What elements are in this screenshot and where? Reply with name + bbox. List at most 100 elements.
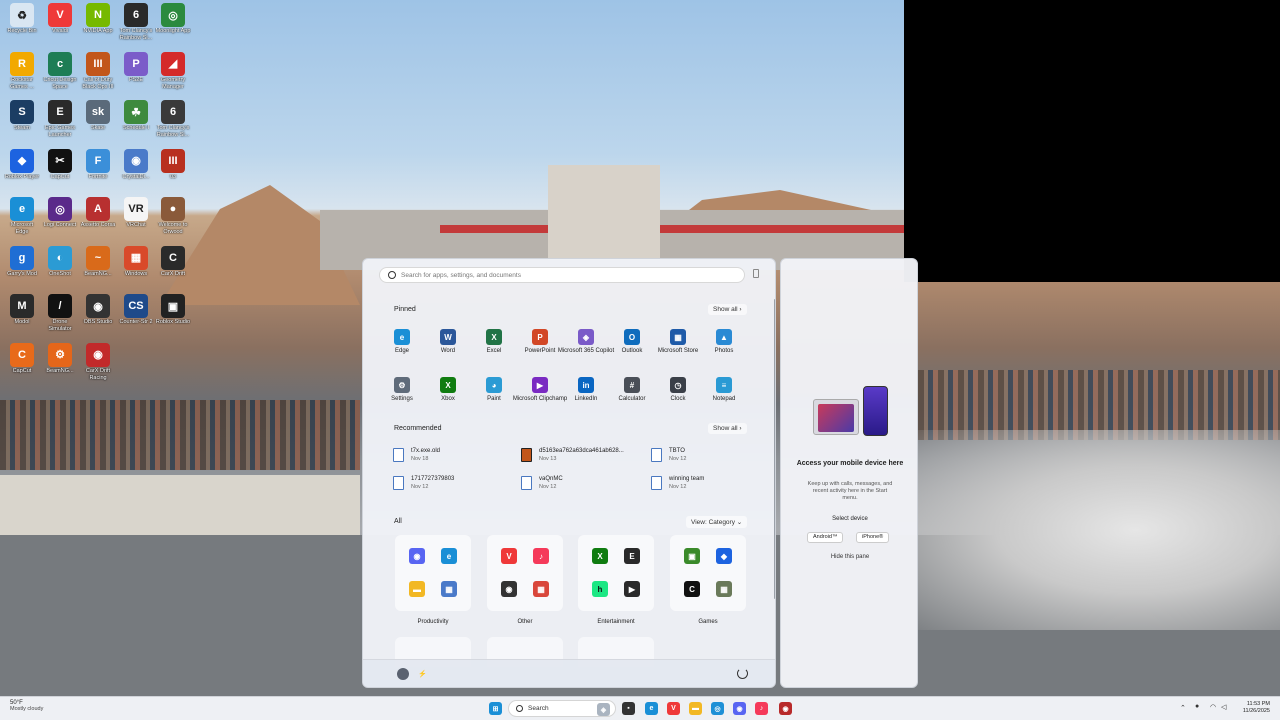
copilot-icon: ◈	[578, 329, 594, 345]
desktop-icon[interactable]: P PS2E	[118, 51, 154, 98]
desktop-icon[interactable]: C CapCut	[4, 342, 40, 389]
powerpoint-icon: P	[532, 329, 548, 345]
vivaldi-icon[interactable]: V	[667, 702, 680, 715]
desktop-icon[interactable]: ◉ CrystalDi...	[118, 148, 154, 195]
wifi-icon[interactable]: ◠	[1210, 703, 1216, 711]
obs-icon: ◉	[86, 294, 110, 318]
task-view-icon[interactable]: ▪	[622, 702, 635, 715]
recommended-show-all-button[interactable]: Show all ›	[708, 423, 747, 434]
desktop-icon[interactable]: sk Skate	[80, 100, 116, 146]
notification-icon[interactable]: ⚡	[418, 670, 427, 678]
file-explorer-icon[interactable]: ▬	[689, 702, 702, 715]
recommended-date: Nov 12	[411, 484, 429, 490]
xbox-icon: X	[440, 377, 456, 393]
start-menu: Search for apps, settings, and documents…	[362, 258, 776, 688]
pinned-show-all-button[interactable]: Show all ›	[708, 304, 747, 315]
desktop-icon[interactable]: ◉ CarX Drift Racing	[80, 342, 116, 389]
desktop-icon-label: Tom Clancy's Rainbow Si...	[119, 28, 153, 41]
android-button[interactable]: Android™	[807, 532, 844, 543]
desktop-icon-label: BeamNG...	[46, 367, 74, 374]
carx-icon[interactable]: ◉	[779, 702, 792, 715]
folder-other[interactable]: V ♪ ◉ ▦	[487, 535, 563, 611]
desktop-icon-label: Moonlight App	[155, 28, 191, 34]
recommended-item[interactable]: vaQnMC Nov 12	[521, 476, 641, 496]
start-search-input[interactable]: Search for apps, settings, and documents	[379, 267, 745, 283]
tire-smoke	[918, 430, 1280, 630]
desktop-icon[interactable]: ◎ Logi Connect	[42, 197, 78, 243]
desktop-icon[interactable]: E Epic Games Launcher	[42, 100, 78, 146]
pinned-app[interactable]: ≡ Notepad	[695, 377, 753, 411]
power-icon[interactable]	[737, 668, 748, 679]
recommended-item[interactable]: winning team Nov 12	[651, 476, 771, 496]
recommended-item[interactable]: TBTO Nov 12	[651, 448, 771, 468]
desktop-icon[interactable]: ▦ Windows	[118, 245, 154, 292]
roblox-studio-icon: ▣	[161, 294, 185, 318]
desktop-icon[interactable]: ◢ Geometry Manager	[155, 51, 191, 98]
assetto-icon: A	[86, 197, 110, 221]
hide-pane-link[interactable]: Hide this pane	[781, 554, 919, 560]
desktop-icon[interactable]: A Assetto Corsa	[80, 197, 116, 243]
oneshot-icon: ◐	[48, 245, 72, 270]
desktop-icon[interactable]: III Call of Duty Black Ops III	[80, 51, 116, 98]
user-avatar[interactable]	[397, 668, 409, 680]
desktop-icon[interactable]: ◆ Roblox Player	[4, 148, 40, 195]
weather-widget[interactable]: 50°F Mostly cloudy	[10, 700, 43, 712]
edge-icon[interactable]: e	[645, 702, 658, 715]
folder-entertainment[interactable]: X E h ▶	[578, 535, 654, 611]
microphone-icon[interactable]: ●	[1195, 703, 1199, 710]
desktop-icon[interactable]: ♻ Recycle Bin	[4, 3, 40, 49]
notepad-icon: ≡	[716, 377, 732, 393]
recycle-bin-icon: ♻	[10, 3, 34, 27]
folder-productivity[interactable]: ◉ e ▬ ▦	[395, 535, 471, 611]
desktop-icon[interactable]: R Rockstar Games ...	[4, 51, 40, 98]
recommended-date: Nov 12	[539, 484, 557, 490]
steam-icon: S	[10, 100, 34, 124]
desktop-icon[interactable]: 6 Tom Clancy's Rainbow Si...	[118, 3, 154, 49]
desktop-icon-label: Roblox Studio	[155, 319, 191, 325]
desktop-icon[interactable]: ● Welcome to Orwood	[155, 197, 191, 243]
desktop-icon[interactable]: ◐ OneShot	[42, 245, 78, 292]
copilot-icon[interactable]: ◈	[597, 703, 610, 716]
desktop-icon[interactable]: ~ BeamNG...	[80, 245, 116, 292]
desktop-icon[interactable]: ◎ Moonlight App	[155, 3, 191, 49]
folder-games[interactable]: ▣ ◆ C ▦	[670, 535, 746, 611]
phone-toggle-icon[interactable]	[753, 269, 759, 278]
desktop-icon[interactable]: ▣ Roblox Studio	[155, 294, 191, 340]
desktop-icon[interactable]: ☘ Schedule I	[118, 100, 154, 146]
desktop-icon[interactable]: ⚙ BeamNG...	[42, 342, 78, 389]
desktop-icon[interactable]: S Steam	[4, 100, 40, 146]
desktop-icon[interactable]: ✂ CapCut	[42, 148, 78, 195]
discord-icon[interactable]: ◉	[733, 702, 746, 715]
desktop-icon[interactable]: C CarX Drift	[155, 245, 191, 292]
desktop-icon[interactable]: III 03	[155, 148, 191, 195]
desktop-icon[interactable]: ◉ OBS Studio	[80, 294, 116, 340]
desktop-icon[interactable]: / Drone Simulator	[42, 294, 78, 340]
iphone-button[interactable]: iPhone®	[856, 532, 890, 543]
desktop-icon-label: Vivaldi	[51, 28, 69, 34]
app-icon[interactable]: ◎	[711, 702, 724, 715]
pinned-app[interactable]: ▲ Photos	[695, 329, 753, 363]
desktop-icon[interactable]: V Vivaldi	[42, 3, 78, 49]
screen-illustration	[818, 404, 854, 432]
desktop-icon-label: Welcome to Orwood	[158, 222, 188, 235]
desktop-icon[interactable]: c Cricut Design Space	[42, 51, 78, 98]
music-icon[interactable]: ♪	[755, 702, 768, 715]
desktop-icon[interactable]: VR VRChat	[118, 197, 154, 243]
scrollbar[interactable]	[774, 299, 775, 599]
windows-start-icon[interactable]: ⊞	[489, 702, 502, 715]
desktop-icon[interactable]: CS Counter-Str 2	[118, 294, 154, 340]
recommended-item[interactable]: d5163ea762a63dca461ab628... Nov 13	[521, 448, 641, 468]
desktop-icon[interactable]: N NVIDIA App	[80, 3, 116, 49]
recommended-item[interactable]: t7x.exe.old Nov 18	[393, 448, 513, 468]
desktop-icon[interactable]: g Garry's Mod	[4, 245, 40, 292]
clock[interactable]: 11:53 PM 11/26/2025	[1236, 701, 1270, 715]
desktop-icon[interactable]: M Modol	[4, 294, 40, 340]
desktop-icon[interactable]: 6 Tom Clancy's Rainbow Si...	[155, 100, 191, 146]
chevron-up-icon[interactable]: ⌃	[1180, 704, 1186, 712]
recommended-item[interactable]: 1717727379803 Nov 12	[393, 476, 513, 496]
volume-icon[interactable]: ◁	[1221, 703, 1226, 711]
search-icon	[516, 705, 523, 712]
desktop-icon[interactable]: e Microsoft Edge	[4, 197, 40, 243]
desktop-icon[interactable]: F Fortnite	[80, 148, 116, 195]
view-category-button[interactable]: View: Category ⌄	[686, 516, 748, 528]
